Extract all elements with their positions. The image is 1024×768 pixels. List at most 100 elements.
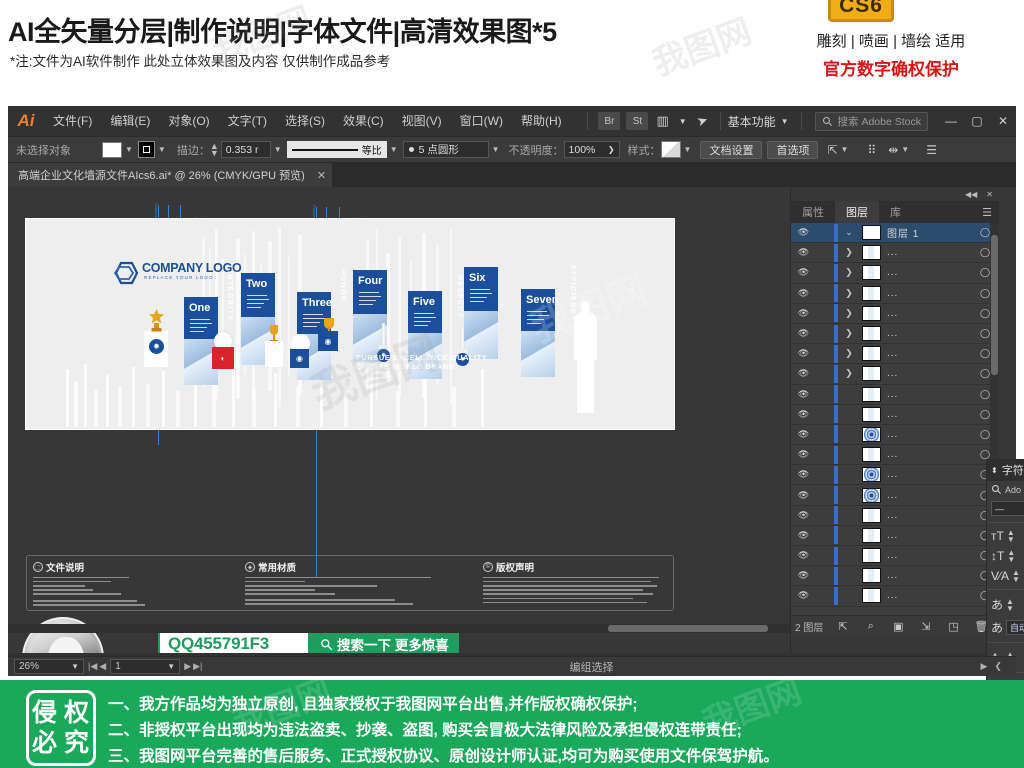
stroke-swatch[interactable] <box>137 141 155 158</box>
layer-row[interactable]: 👁... ◯ <box>791 566 999 587</box>
layer-name[interactable]: ... <box>881 590 971 601</box>
layer-name[interactable]: ... <box>881 570 971 581</box>
layer-row[interactable]: 👁... ◯ <box>791 445 999 466</box>
menu-select[interactable]: 选择(S) <box>276 106 334 136</box>
visibility-toggle-icon[interactable]: 👁 <box>791 590 816 601</box>
visibility-toggle-icon[interactable]: 👁 <box>791 409 816 420</box>
chevron-down-icon[interactable]: ▼ <box>679 117 687 126</box>
kerning-row[interactable]: V⁄A ▲ ▼ <box>987 566 1024 586</box>
layer-row[interactable]: 👁 ❯... ◯ <box>791 344 999 365</box>
visibility-toggle-icon[interactable]: 👁 <box>791 550 816 561</box>
chevron-down-icon[interactable]: ▼ <box>71 662 79 671</box>
layer-name[interactable]: ... <box>881 449 971 460</box>
layer-row[interactable]: 👁... ◯ <box>791 506 999 526</box>
layer-row[interactable]: 👁 ❯... ◯ <box>791 364 999 385</box>
layer-row[interactable]: 👁 ❯... ◯ <box>791 304 999 324</box>
layer-name[interactable]: ... <box>881 429 971 440</box>
layer-row[interactable]: 👁... ◯ <box>791 465 999 486</box>
artboard[interactable]: COMPANY LOGO REPLACE YOUR LOGO One Two T… <box>26 219 674 429</box>
stepper-icon[interactable]: ▲▼ <box>1012 569 1020 584</box>
menu-effect[interactable]: 效果(C) <box>334 106 393 136</box>
search-button[interactable]: 搜索一下 更多惊喜 <box>310 630 459 653</box>
visibility-toggle-icon[interactable]: 👁 <box>791 429 816 440</box>
chevron-down-icon[interactable]: ▼ <box>167 662 175 671</box>
layer-row[interactable]: 👁... ◯ <box>791 586 999 607</box>
layer-name[interactable]: ... <box>881 469 971 480</box>
layer-row[interactable]: 👁... ◯ <box>791 405 999 425</box>
close-button[interactable]: ✕ <box>990 110 1016 132</box>
layer-row[interactable]: 👁... ◯ <box>791 385 999 405</box>
layer-row[interactable]: 👁 ❯... ◯ <box>791 263 999 284</box>
expand-layer-icon[interactable]: ❯ <box>838 308 860 319</box>
chevron-down-icon[interactable]: ▼ <box>841 145 849 154</box>
panel-menu-icon[interactable]: ☰ <box>926 143 937 157</box>
menu-file[interactable]: 文件(F) <box>44 106 101 136</box>
panel-menu-icon[interactable]: ☰ <box>982 201 999 223</box>
layer-name[interactable]: ... <box>881 348 971 359</box>
layer-name[interactable]: ... <box>881 510 971 521</box>
last-artboard-button[interactable]: ▶| <box>193 661 202 672</box>
canvas-area[interactable]: Company Culture Wall Design Layer Compan… <box>8 187 788 653</box>
collapse-panel-icon[interactable]: ◀◀ <box>965 190 977 199</box>
transform-cursor-icon[interactable]: ⇱ <box>827 143 837 157</box>
panel-toggle-icon[interactable]: ⬍ <box>991 466 998 475</box>
visibility-toggle-icon[interactable]: 👁 <box>791 348 816 359</box>
visibility-toggle-icon[interactable]: 👁 <box>791 288 816 299</box>
locate-object-icon[interactable]: ⇱ <box>829 620 857 633</box>
next-artboard-button[interactable]: ▶ <box>184 661 191 672</box>
expand-layer-icon[interactable]: ❯ <box>838 247 860 258</box>
brush-definition-field[interactable]: 5 点圆形 <box>402 141 489 158</box>
visibility-toggle-icon[interactable]: 👁 <box>791 267 816 278</box>
chevron-down-icon[interactable]: ▼ <box>901 145 909 154</box>
new-layer-icon[interactable]: ◳ <box>940 620 968 633</box>
artboard-number-field[interactable]: 1 ▼ <box>110 659 181 674</box>
layer-row[interactable]: 👁 ❯... ◯ <box>791 243 999 264</box>
layer-name[interactable]: ... <box>881 288 971 299</box>
make-clipping-mask-icon[interactable]: ▣ <box>885 620 913 633</box>
minimize-button[interactable]: — <box>938 110 964 132</box>
visibility-toggle-icon[interactable]: 👁 <box>791 328 816 339</box>
expand-layer-icon[interactable]: ❯ <box>838 288 860 299</box>
chevron-down-icon[interactable]: ▼ <box>390 145 398 154</box>
layer-row[interactable]: 👁... ◯ <box>791 526 999 546</box>
arrange-documents-icon[interactable]: ▥ <box>656 113 668 129</box>
chevron-down-icon[interactable]: ▼ <box>158 145 166 154</box>
tab-libraries[interactable]: 库 <box>879 201 912 223</box>
visibility-toggle-icon[interactable]: 👁 <box>791 469 816 480</box>
menu-type[interactable]: 文字(T) <box>219 106 276 136</box>
behance-icon[interactable]: ➤ <box>694 112 710 131</box>
layer-row[interactable]: 👁... ◯ <box>791 425 999 446</box>
visibility-toggle-icon[interactable]: 👁 <box>791 368 816 379</box>
close-icon[interactable]: ✕ <box>317 169 326 182</box>
avatar[interactable] <box>22 617 104 653</box>
font-size-row[interactable]: ᴛT ▲ ▼ <box>987 526 1024 546</box>
menu-view[interactable]: 视图(V) <box>393 106 451 136</box>
chevron-down-icon[interactable]: ▼ <box>781 117 789 126</box>
visibility-toggle-icon[interactable]: 👁 <box>791 308 816 319</box>
layer-row[interactable]: 👁 ⌄ 图层 1 ◯ <box>791 223 999 244</box>
expand-layer-icon[interactable]: ⌄ <box>838 227 860 238</box>
visibility-toggle-icon[interactable]: 👁 <box>791 530 816 541</box>
status-resize-icon[interactable]: ❮ <box>994 661 1002 672</box>
visibility-toggle-icon[interactable]: 👁 <box>791 449 816 460</box>
layer-row[interactable]: 👁 ❯... ◯ <box>791 284 999 304</box>
character-panel-title[interactable]: ⬍ 字符 <box>987 459 1024 481</box>
chevron-down-icon[interactable]: ▼ <box>492 145 500 154</box>
menu-edit[interactable]: 编辑(E) <box>101 106 159 136</box>
qq-id-field[interactable]: QQ455791F3 <box>158 630 310 653</box>
status-expand-icon[interactable]: ▶ <box>981 661 988 672</box>
layers-scrollbar-thumb[interactable] <box>991 235 998 375</box>
menu-object[interactable]: 对象(O) <box>159 106 218 136</box>
align-icon[interactable]: ⠿ <box>867 143 876 157</box>
search-icon[interactable]: ⌕ <box>857 620 885 633</box>
visibility-toggle-icon[interactable]: 👁 <box>791 510 816 521</box>
layer-name[interactable]: ... <box>881 550 971 561</box>
font-family-row[interactable]: Ado <box>987 481 1024 498</box>
document-setup-button[interactable]: 文档设置 <box>700 140 763 159</box>
layer-name[interactable]: ... <box>881 267 971 278</box>
layer-name[interactable]: ... <box>881 490 971 501</box>
opacity-field[interactable]: 100% ❯ <box>563 141 620 158</box>
layer-row[interactable]: 👁... ◯ <box>791 485 999 506</box>
first-artboard-button[interactable]: |◀ <box>88 661 97 672</box>
zoom-field[interactable]: 26% ▼ <box>14 659 84 674</box>
